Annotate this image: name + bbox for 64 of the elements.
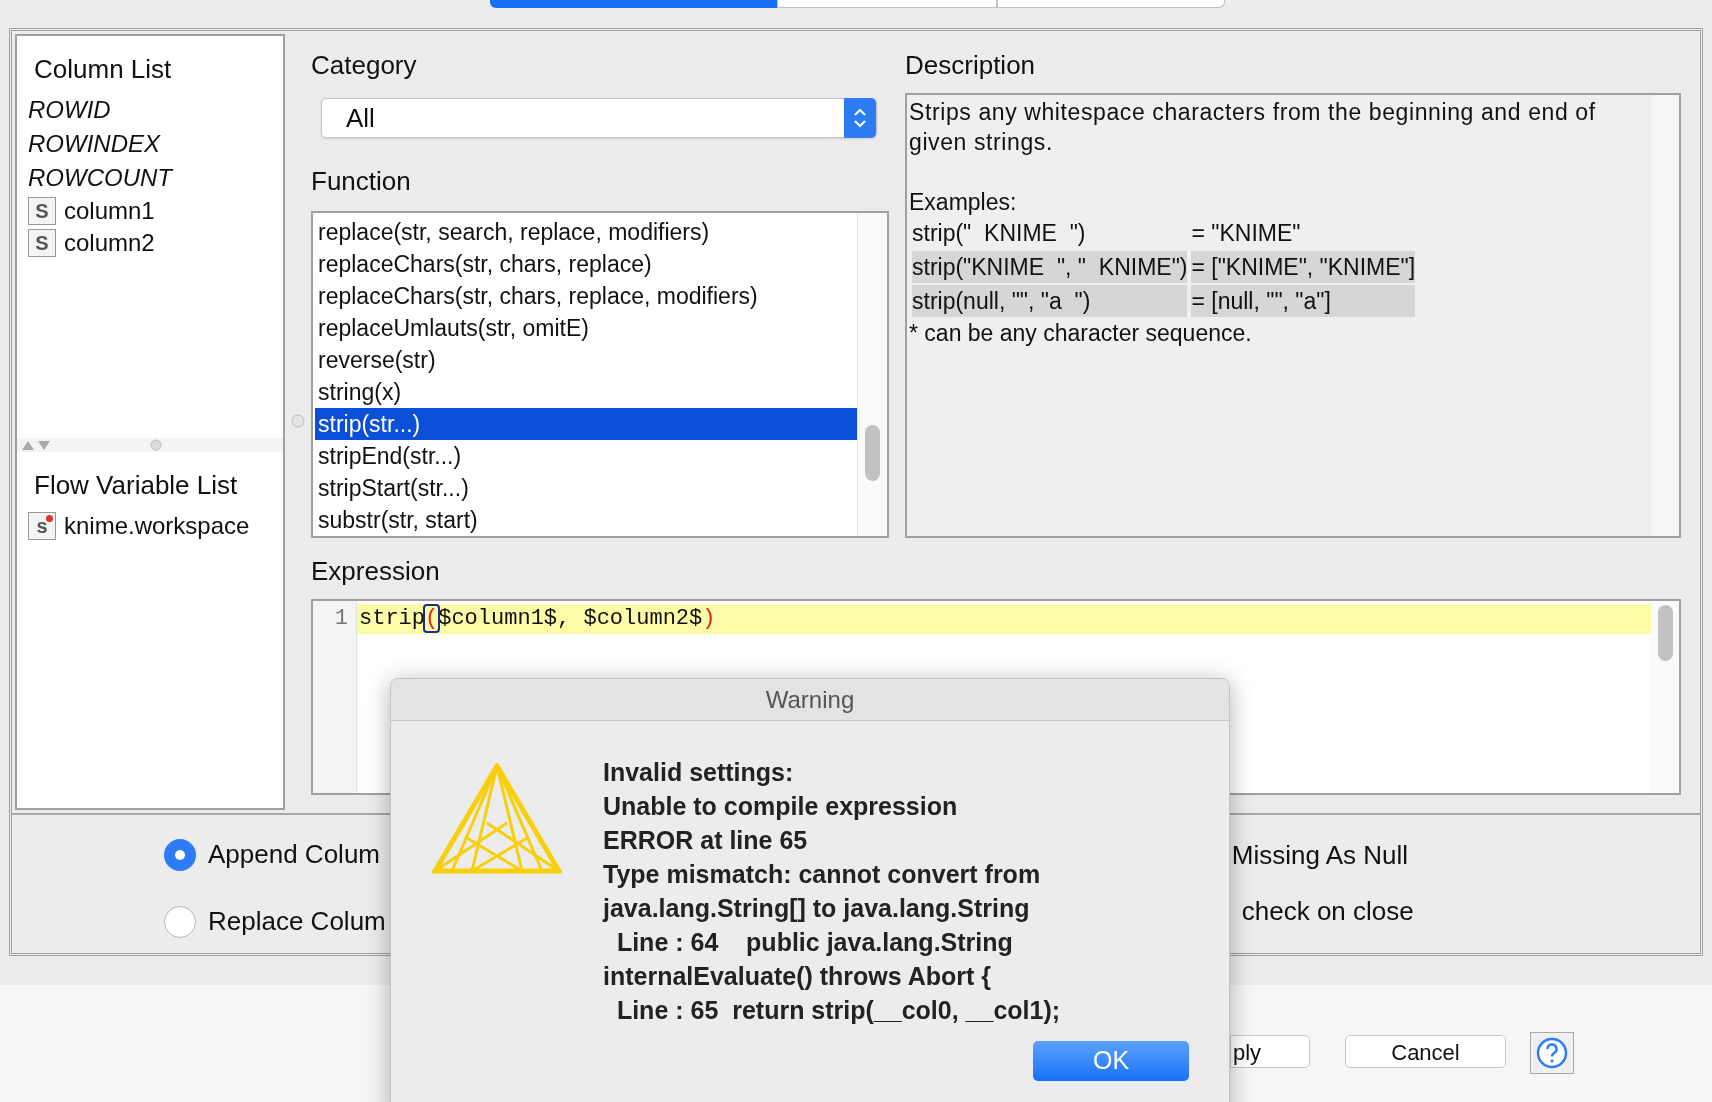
checkbox-label: Missing As Null [1231,839,1410,871]
scrollbar[interactable] [857,213,887,536]
dialog-title: Warning [765,684,855,715]
radio-label: Append Colum [208,838,380,871]
splitter-handle-icon[interactable] [291,414,305,428]
apply-button[interactable]: ply [1230,1035,1310,1068]
checkbox-label: check on close [1241,895,1414,927]
flow-variable-type-icon: s [28,512,56,540]
column-list-item[interactable]: ROWCOUNT [28,161,272,195]
function-list-item[interactable]: stripStart(str...) [315,472,857,504]
example-result: = [null, "", "a"] [1191,285,1416,317]
dialog-message-line: Line : 64 public java.lang.String [615,927,1014,958]
category-label: Category [311,49,418,82]
column-list-item[interactable]: ROWID [28,93,272,127]
example-call: strip(null, "", "a ") [912,285,1188,317]
description-note: * can be any character sequence. [909,319,1253,348]
function-list-item[interactable]: replaceChars(str, chars, replace) [315,248,857,280]
radio-button[interactable] [164,838,196,871]
function-list-item[interactable]: reverse(str) [315,344,857,376]
function-list-item[interactable]: substr(str, start) [315,504,857,536]
column-list-item[interactable]: ROWINDEX [28,127,272,161]
splitter-handle-icon[interactable] [150,439,162,451]
dialog-message-line: ERROR at line 65 [603,825,809,856]
down-arrow-icon[interactable] [38,440,50,450]
radio-label: Replace Colum [208,905,386,938]
example-call: strip(" KNIME ") [912,219,1087,248]
example-result: = ["KNIME", "KNIME"] [1191,251,1416,283]
up-arrow-icon[interactable] [22,440,34,450]
dialog-message-line: internalEvaluate() throws Abort { [603,961,992,992]
column-list-title: Column List [34,53,173,86]
dialog-message-line: java.lang.String[] to java.lang.String [603,893,1031,924]
radio-button[interactable] [164,905,196,938]
flow-variable-list-title: Flow Variable List [34,469,239,502]
function-list-item[interactable]: replaceChars(str, chars, replace, modifiers) [315,280,857,312]
function-label: Function [311,165,412,198]
dialog-message-line: Line : 65 return strip(__col0, __col1); [615,995,1061,1026]
line-number: 1 [334,605,348,633]
description-label: Description [905,49,1037,82]
function-list-item[interactable]: replace(str, search, replace, modifiers) [315,216,857,248]
scrollbar[interactable] [1651,601,1679,793]
function-list-item[interactable]: strip(str...) [315,408,857,440]
function-list-item[interactable]: replaceUmlauts(str, omitE) [315,312,857,344]
tab[interactable] [996,0,1225,8]
scrollbar[interactable] [1651,95,1679,536]
tab[interactable] [489,0,777,8]
example-result: = "KNIME" [1191,219,1302,248]
function-list-item[interactable]: stripEnd(str...) [315,440,857,472]
example-call: strip("KNIME ", " KNIME") [912,251,1188,283]
function-list-item[interactable]: string(x) [315,376,857,408]
flow-variable-item[interactable]: knime.workspace [64,508,250,544]
string-type-icon: S [28,197,56,225]
warning-logo-icon [432,763,562,875]
up-down-chevron-icon [853,106,867,130]
dialog-message-line: Type mismatch: cannot convert from [603,859,1042,890]
tab[interactable] [776,0,997,8]
category-dropdown[interactable]: All [321,98,877,138]
description-text: Strips any whitespace characters from the beginning and end of given strings. [909,98,1597,157]
dialog-message-line: Invalid settings: [603,757,795,788]
help-icon [1535,1036,1569,1070]
expression-label: Expression [311,555,441,588]
help-button[interactable] [1530,1032,1574,1074]
cancel-button[interactable]: Cancel [1345,1035,1506,1068]
examples-heading: Examples: [909,188,1018,217]
string-type-icon: S [28,229,56,257]
